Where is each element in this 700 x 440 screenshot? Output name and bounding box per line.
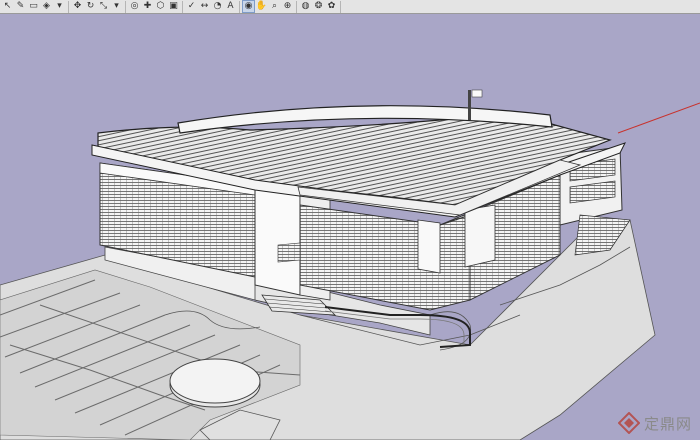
toolbar-group-measure: ✓ ↔ ◔ A xyxy=(186,0,240,13)
position-camera-icon[interactable]: ◍ xyxy=(300,1,311,12)
look-around-icon[interactable]: ✿ xyxy=(326,1,337,12)
select-arrow-icon[interactable]: ↖ xyxy=(2,1,13,12)
watermark: 定鼎网 xyxy=(617,412,692,434)
shape-icon[interactable]: ▭ xyxy=(28,1,39,12)
diamond-logo-icon xyxy=(617,412,640,434)
offset-icon[interactable]: ⬡ xyxy=(155,1,166,12)
text-icon[interactable]: A xyxy=(225,1,236,12)
pencil-icon[interactable]: ✎ xyxy=(15,1,26,12)
dropdown-icon[interactable]: ▾ xyxy=(111,1,122,12)
walk-icon[interactable]: ❂ xyxy=(313,1,324,12)
red-axis xyxy=(617,102,700,134)
toolbar-group-camera: ◉ ✋ ⌕ ⊕ xyxy=(242,0,297,13)
followme-icon[interactable]: ✚ xyxy=(142,1,153,12)
toolbar-group-walk: ◍ ❂ ✿ xyxy=(300,0,341,13)
pan-icon[interactable]: ✋ xyxy=(256,1,267,12)
orbit-view-icon[interactable]: ◉ xyxy=(242,0,255,13)
orbit-icon[interactable]: ◎ xyxy=(129,1,140,12)
model-viewport[interactable] xyxy=(0,15,700,440)
watermark-text: 定鼎网 xyxy=(643,414,692,433)
zoom-window-icon[interactable]: ⊕ xyxy=(282,1,293,12)
move-icon[interactable]: ✥ xyxy=(72,1,83,12)
dimension-icon[interactable]: ↔ xyxy=(199,1,210,12)
scale-icon[interactable]: ⤡ xyxy=(98,1,109,12)
dropdown-icon[interactable]: ▾ xyxy=(54,1,65,12)
paint-icon[interactable]: ◈ xyxy=(41,1,52,12)
toolbar: ↖ ✎ ▭ ◈ ▾ ✥ ↻ ⤡ ▾ ◎ ✚ ⬡ ▣ ✓ ↔ ◔ A ◉ ✋ ⌕ ⊕ ◍ ❂ ✿ xyxy=(0,0,700,14)
tape-icon[interactable]: ✓ xyxy=(186,1,197,12)
toolbar-group-edit: ✥ ↻ ⤡ ▾ xyxy=(72,0,126,13)
zoom-icon[interactable]: ⌕ xyxy=(269,1,280,12)
rotate-icon[interactable]: ↻ xyxy=(85,1,96,12)
toolbar-group-draw: ↖ ✎ ▭ ◈ ▾ xyxy=(2,0,69,13)
protractor-icon[interactable]: ◔ xyxy=(212,1,223,12)
toolbar-group-push: ◎ ✚ ⬡ ▣ xyxy=(129,0,183,13)
component-icon[interactable]: ▣ xyxy=(168,1,179,12)
